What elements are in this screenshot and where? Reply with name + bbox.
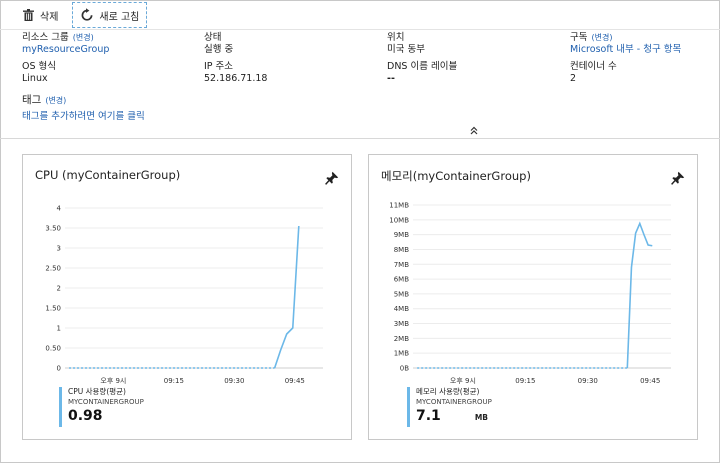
cpu-y-tick-label: 0.50: [45, 345, 61, 353]
cpu-y-tick-label: 0: [57, 365, 61, 373]
memory-legend-unit: MB: [474, 413, 488, 422]
cpu-x-tick-label: 09:30: [224, 377, 244, 385]
memory-y-tick-label: 11MB: [389, 202, 409, 210]
memory-chart-title: 메모리(myContainerGroup): [381, 169, 531, 183]
memory-x-tick-label: 09:15: [515, 377, 535, 385]
container-count-label: 컨테이너 수: [570, 61, 617, 72]
cpu-y-tick-label: 4: [57, 205, 62, 213]
tags-edit-link[interactable]: (변경): [45, 96, 66, 105]
cpu-legend-series-name: CPU 사용량(평균): [68, 387, 126, 396]
refresh-icon: [80, 8, 94, 22]
memory-y-tick-label: 3MB: [394, 320, 409, 328]
refresh-button[interactable]: 새로 고침: [72, 2, 148, 28]
os-type-label: OS 형식: [22, 61, 57, 72]
memory-x-tick-label: 오후 9시: [450, 377, 476, 385]
container-count-field: 컨테이너 수 2: [570, 61, 617, 85]
memory-y-tick-label: 9MB: [394, 231, 409, 239]
ip-address-label: IP 주소: [204, 61, 234, 72]
location-label: 위치: [387, 32, 405, 43]
toolbar: 삭제 새로 고침: [1, 1, 719, 29]
cpu-x-tick-label: 09:45: [285, 377, 305, 385]
status-field: 상태 실행 중: [204, 32, 233, 56]
memory-legend-value: 7.1: [416, 408, 441, 424]
location-field: 위치 미국 동부: [387, 32, 425, 56]
resource-group-edit-link[interactable]: (변경): [73, 33, 94, 42]
cpu-y-tick-label: 2: [57, 285, 61, 293]
cpu-y-tick-label: 3.50: [45, 225, 61, 233]
memory-y-tick-label: 10MB: [389, 216, 409, 224]
refresh-label: 새로 고침: [99, 11, 140, 23]
os-type-value: Linux: [22, 73, 48, 84]
essentials-panel: 리소스 그룹 (변경) myResourceGroup 상태 실행 중 위치 미국…: [0, 29, 720, 139]
dns-label-value: --: [387, 73, 395, 84]
status-value: 실행 중: [204, 44, 234, 55]
cpu-legend: CPU 사용량(평균) MYCONTAINERGROUP 0.98: [59, 387, 144, 427]
resource-group-label: 리소스 그룹: [22, 32, 69, 43]
delete-button[interactable]: 삭제: [15, 2, 64, 28]
memory-series-line: [626, 221, 653, 369]
memory-y-tick-label: 8MB: [394, 246, 409, 254]
cpu-x-tick-label: 오후 9시: [100, 377, 126, 385]
cpu-chart-title: CPU (myContainerGroup): [35, 168, 181, 182]
memory-y-tick-label: 4MB: [394, 305, 409, 313]
memory-legend: 메모리 사용량(평균) MYCONTAINERGROUP 7.1 MB: [407, 387, 492, 427]
memory-y-tick-label: 0B: [400, 365, 409, 373]
subscription-label: 구독: [570, 32, 588, 43]
cpu-y-tick-label: 2.50: [45, 265, 61, 273]
cpu-chart-card[interactable]: CPU (myContainerGroup) 4 3.50 3 2.50 2 1.50 1 0…: [22, 154, 352, 440]
memory-chart-plot: 11MB 10MB 9MB 8MB 7MB 6MB 5MB 4MB 3MB 2MB 1MB 0B 오후 …: [389, 202, 671, 385]
memory-y-tick-label: 6MB: [394, 276, 409, 284]
chevron-up-double-icon[interactable]: [468, 126, 480, 136]
subscription-edit-link[interactable]: (변경): [591, 33, 612, 42]
cpu-y-tick-label: 1: [57, 325, 61, 333]
status-label: 상태: [204, 32, 222, 43]
delete-label: 삭제: [40, 11, 59, 23]
os-type-field: OS 형식 Linux: [22, 61, 56, 85]
memory-chart-card[interactable]: 메모리(myContainerGroup) 11MB 10MB 9MB 8MB 7MB 6…: [368, 154, 698, 440]
trash-icon: [21, 8, 35, 22]
tags-add-link[interactable]: 태그를 추가하려면 여기를 클릭: [22, 111, 145, 123]
resource-group-field: 리소스 그룹 (변경) myResourceGroup: [22, 32, 109, 56]
cpu-y-tick-label: 3: [57, 245, 61, 253]
pin-icon[interactable]: [325, 171, 339, 185]
memory-x-tick-label: 09:30: [578, 377, 598, 385]
cpu-legend-resource: MYCONTAINERGROUP: [68, 398, 144, 406]
ip-address-field: IP 주소 52.186.71.18: [204, 61, 267, 85]
pin-icon[interactable]: [671, 171, 685, 185]
memory-y-tick-label: 2MB: [394, 335, 409, 343]
dns-label-label: DNS 이름 레이블: [387, 61, 458, 72]
memory-legend-series-name: 메모리 사용량(평균): [416, 387, 480, 396]
subscription-link[interactable]: Microsoft 내부 - 청구 항목: [570, 44, 681, 56]
container-count-value: 2: [570, 73, 577, 84]
ip-address-value: 52.186.71.18: [204, 73, 268, 84]
cpu-y-tick-label: 1.50: [45, 305, 61, 313]
cpu-chart-plot: 4 3.50 3 2.50 2 1.50 1 0.50 0 오후 9시 09:15 09:30 09:4…: [45, 205, 323, 385]
cpu-series-line: [273, 225, 300, 369]
dns-label-field: DNS 이름 레이블 --: [387, 61, 457, 85]
tags-label: 태그: [22, 94, 42, 106]
cpu-legend-value: 0.98: [68, 408, 103, 424]
memory-y-tick-label: 5MB: [394, 290, 409, 298]
memory-y-tick-label: 7MB: [394, 261, 409, 269]
memory-legend-resource: MYCONTAINERGROUP: [416, 398, 492, 406]
cpu-x-tick-label: 09:15: [164, 377, 184, 385]
tags-field: 태그 (변경) 태그를 추가하려면 여기를 클릭: [22, 94, 145, 123]
subscription-field: 구독 (변경) Microsoft 내부 - 청구 항목: [570, 32, 681, 56]
resource-group-link[interactable]: myResourceGroup: [22, 44, 109, 56]
memory-y-tick-label: 1MB: [394, 350, 409, 358]
location-value: 미국 동부: [387, 44, 425, 55]
memory-x-tick-label: 09:45: [640, 377, 660, 385]
